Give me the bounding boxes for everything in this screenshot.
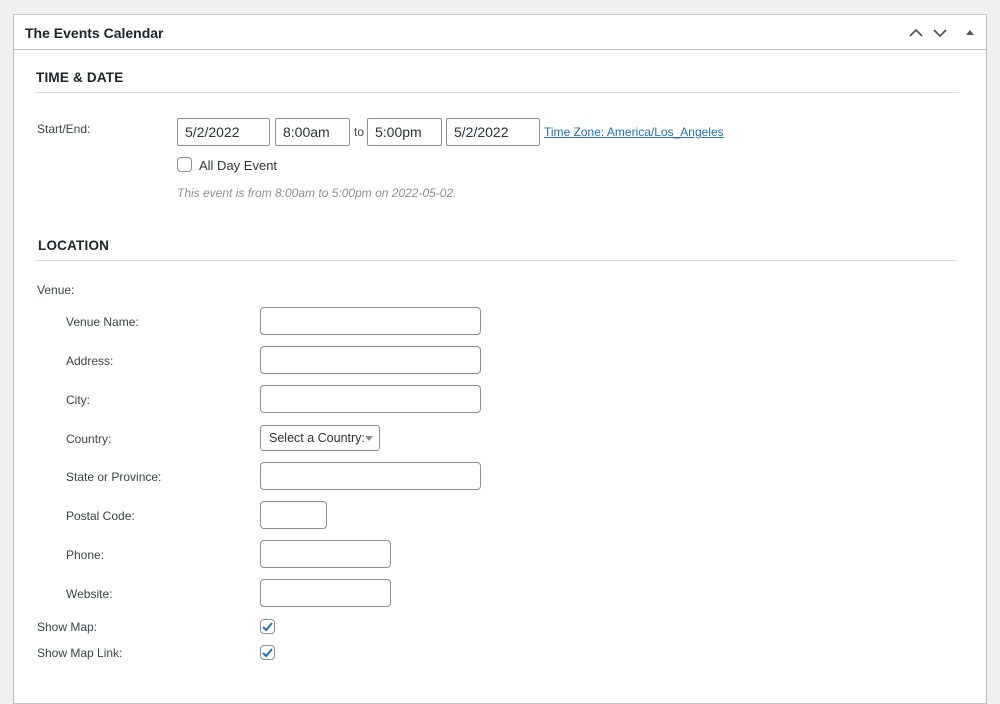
city-label: City:	[66, 393, 90, 407]
address-input[interactable]	[260, 346, 481, 374]
venue-label: Venue:	[37, 283, 75, 297]
phone-label: Phone:	[66, 548, 105, 562]
venue-name-label: Venue Name:	[66, 315, 139, 329]
country-select[interactable]: Select a Country:	[260, 425, 380, 451]
all-day-checkbox[interactable]	[177, 157, 192, 172]
end-time-input[interactable]: 5:00pm	[367, 118, 442, 146]
postal-code-label: Postal Code:	[66, 509, 135, 523]
section-divider	[36, 92, 959, 93]
end-date-input[interactable]: 5/2/2022	[446, 118, 540, 146]
show-map-link-checkbox[interactable]	[260, 645, 275, 660]
timezone-link[interactable]: Time Zone: America/Los_Angeles	[544, 125, 724, 139]
venue-name-input[interactable]	[260, 307, 481, 335]
checkmark-icon	[262, 648, 273, 658]
show-map-link-label: Show Map Link:	[37, 646, 123, 660]
events-calendar-panel: The Events Calendar TIME & DATE Start/En…	[13, 14, 987, 704]
website-input[interactable]	[260, 579, 391, 607]
country-select-value: Select a Country:	[269, 431, 365, 445]
panel-title: The Events Calendar	[25, 25, 164, 41]
event-summary-text: This event is from 8:00am to 5:00pm on 2…	[177, 186, 457, 200]
triangle-up-icon[interactable]	[961, 24, 979, 42]
panel-header: The Events Calendar	[14, 15, 986, 50]
dropdown-arrow-icon	[365, 436, 373, 441]
show-map-label: Show Map:	[37, 620, 98, 634]
state-input[interactable]	[260, 462, 481, 490]
show-map-checkbox[interactable]	[260, 619, 275, 634]
to-label: to	[354, 125, 365, 139]
postal-code-input[interactable]	[260, 501, 327, 529]
city-input[interactable]	[260, 385, 481, 413]
all-day-label: All Day Event	[199, 158, 278, 173]
website-label: Website:	[66, 587, 113, 601]
state-label: State or Province:	[66, 470, 162, 484]
chevron-down-icon[interactable]	[931, 24, 949, 42]
address-label: Address:	[66, 354, 114, 368]
section-divider	[36, 260, 957, 261]
time-date-heading: TIME & DATE	[36, 70, 124, 85]
chevron-up-icon[interactable]	[907, 24, 925, 42]
phone-input[interactable]	[260, 540, 391, 568]
start-time-input[interactable]: 8:00am	[275, 118, 350, 146]
start-date-input[interactable]: 5/2/2022	[177, 118, 270, 146]
start-end-label: Start/End:	[37, 122, 91, 136]
checkmark-icon	[262, 622, 273, 632]
location-heading: LOCATION	[38, 238, 110, 253]
country-label: Country:	[66, 432, 112, 446]
